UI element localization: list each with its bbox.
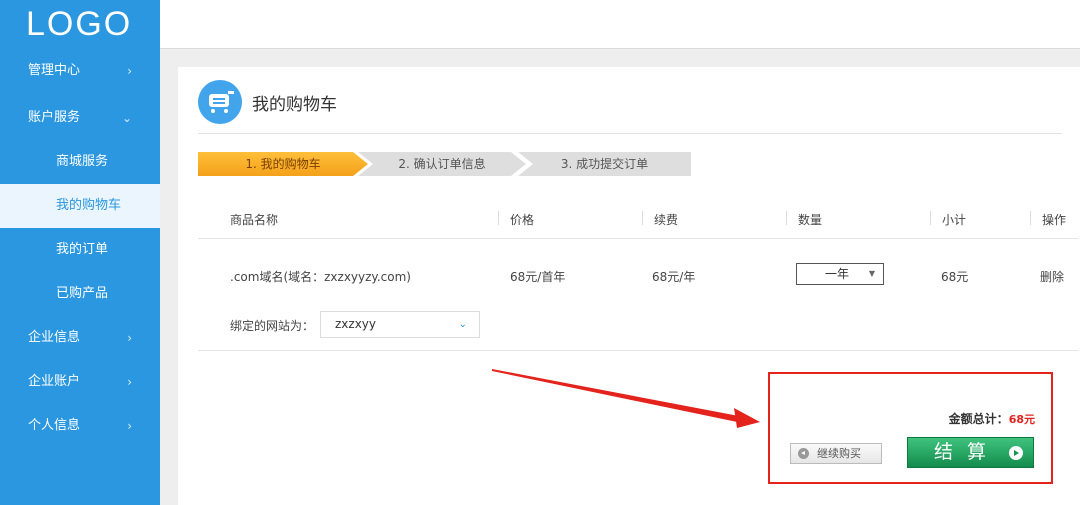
- sidebar-item-label: 已购产品: [56, 286, 109, 301]
- play-circle-icon: [1009, 446, 1023, 460]
- chevron-down-icon: ⌄: [458, 319, 467, 330]
- sidebar-item-company-info[interactable]: 企业信息 ›: [0, 316, 160, 360]
- column-header-action: 操作: [1042, 213, 1067, 227]
- column-header-name: 商品名称: [230, 213, 279, 227]
- bound-site-select[interactable]: zxzxyy ⌄: [320, 311, 480, 338]
- shopping-cart-icon: [198, 80, 242, 124]
- page-header: 我的购物车: [198, 77, 337, 127]
- sidebar-item-label: 个人信息: [28, 418, 81, 433]
- chevron-right-icon: ›: [127, 375, 132, 389]
- top-header: [160, 0, 1080, 49]
- bound-site-value: zxzxyy: [335, 317, 377, 331]
- total-label: 金额总计：: [948, 412, 1009, 426]
- sidebar-item-label: 企业账户: [28, 374, 81, 389]
- caret-down-icon: ▼: [868, 269, 875, 278]
- quantity-value: 一年: [825, 267, 850, 281]
- divider: [198, 350, 1078, 351]
- sidebar-item-account-services[interactable]: 账户服务 ⌄: [0, 96, 160, 140]
- checkout-button[interactable]: 结算: [907, 437, 1034, 468]
- product-subtotal: 68元: [941, 270, 969, 284]
- sidebar-item-company-account[interactable]: 企业账户 ›: [0, 360, 160, 404]
- page-title: 我的购物车: [252, 94, 337, 115]
- total-value: 68元: [1008, 413, 1035, 426]
- table-header: 商品名称 价格 续费 数量 小计 操作: [198, 197, 1078, 239]
- sidebar-item-mall-services[interactable]: 商城服务: [0, 140, 160, 184]
- sidebar-item-management-center[interactable]: 管理中心 ›: [0, 48, 160, 96]
- sidebar-item-my-cart[interactable]: 我的购物车: [0, 184, 160, 228]
- sidebar-item-purchased-products[interactable]: 已购产品: [0, 272, 160, 316]
- chevron-right-icon: ›: [127, 331, 132, 345]
- column-header-quantity: 数量: [798, 213, 823, 227]
- product-renew: 68元/年: [652, 270, 696, 284]
- sidebar-item-personal-info[interactable]: 个人信息 ›: [0, 404, 160, 448]
- sidebar: LOGO 管理中心 › 账户服务 ⌄ 商城服务 我的购物车 我的订单 已购产品 …: [0, 0, 160, 505]
- cart-panel: 我的购物车 3. 成功提交订单 2. 确认订单信息 1. 我的购物车 商品名称 …: [178, 67, 1080, 505]
- step-my-cart: 1. 我的购物车: [198, 152, 368, 176]
- chevron-right-icon: ›: [127, 419, 132, 433]
- step-confirm-order: 2. 确认订单信息: [358, 152, 526, 176]
- bound-site-label: 绑定的网站为：: [230, 319, 315, 333]
- delete-link[interactable]: 删除: [1040, 268, 1064, 285]
- column-header-renew: 续费: [654, 213, 679, 227]
- divider: [198, 133, 1062, 134]
- column-header-subtotal: 小计: [942, 213, 967, 227]
- continue-shopping-label: 继续购买: [817, 447, 861, 460]
- chevron-down-icon: ⌄: [121, 111, 132, 125]
- quantity-select[interactable]: 一年 ▼: [796, 263, 884, 285]
- total-amount: 金额总计：68元: [949, 410, 1035, 427]
- sidebar-item-label: 账户服务: [28, 110, 81, 125]
- arrow-left-circle-icon: [798, 448, 809, 459]
- product-name: .com域名(域名：zxzxyyzy.com): [230, 270, 411, 284]
- checkout-label: 结算: [934, 441, 1001, 463]
- sidebar-item-label: 企业信息: [28, 330, 81, 345]
- sidebar-item-my-orders[interactable]: 我的订单: [0, 228, 160, 272]
- continue-shopping-button[interactable]: 继续购买: [790, 443, 882, 464]
- chevron-right-icon: ›: [127, 64, 132, 78]
- sidebar-item-label: 管理中心: [28, 63, 81, 78]
- sidebar-item-label: 商城服务: [56, 154, 109, 169]
- sidebar-item-label: 我的订单: [56, 242, 109, 257]
- logo: LOGO: [26, 5, 133, 43]
- step-submit-order: 3. 成功提交订单: [518, 152, 691, 176]
- product-price: 68元/首年: [510, 270, 566, 284]
- column-header-price: 价格: [510, 213, 535, 227]
- checkout-area: 金额总计：68元 继续购买 结算: [768, 372, 1053, 484]
- sidebar-item-label: 我的购物车: [56, 198, 122, 213]
